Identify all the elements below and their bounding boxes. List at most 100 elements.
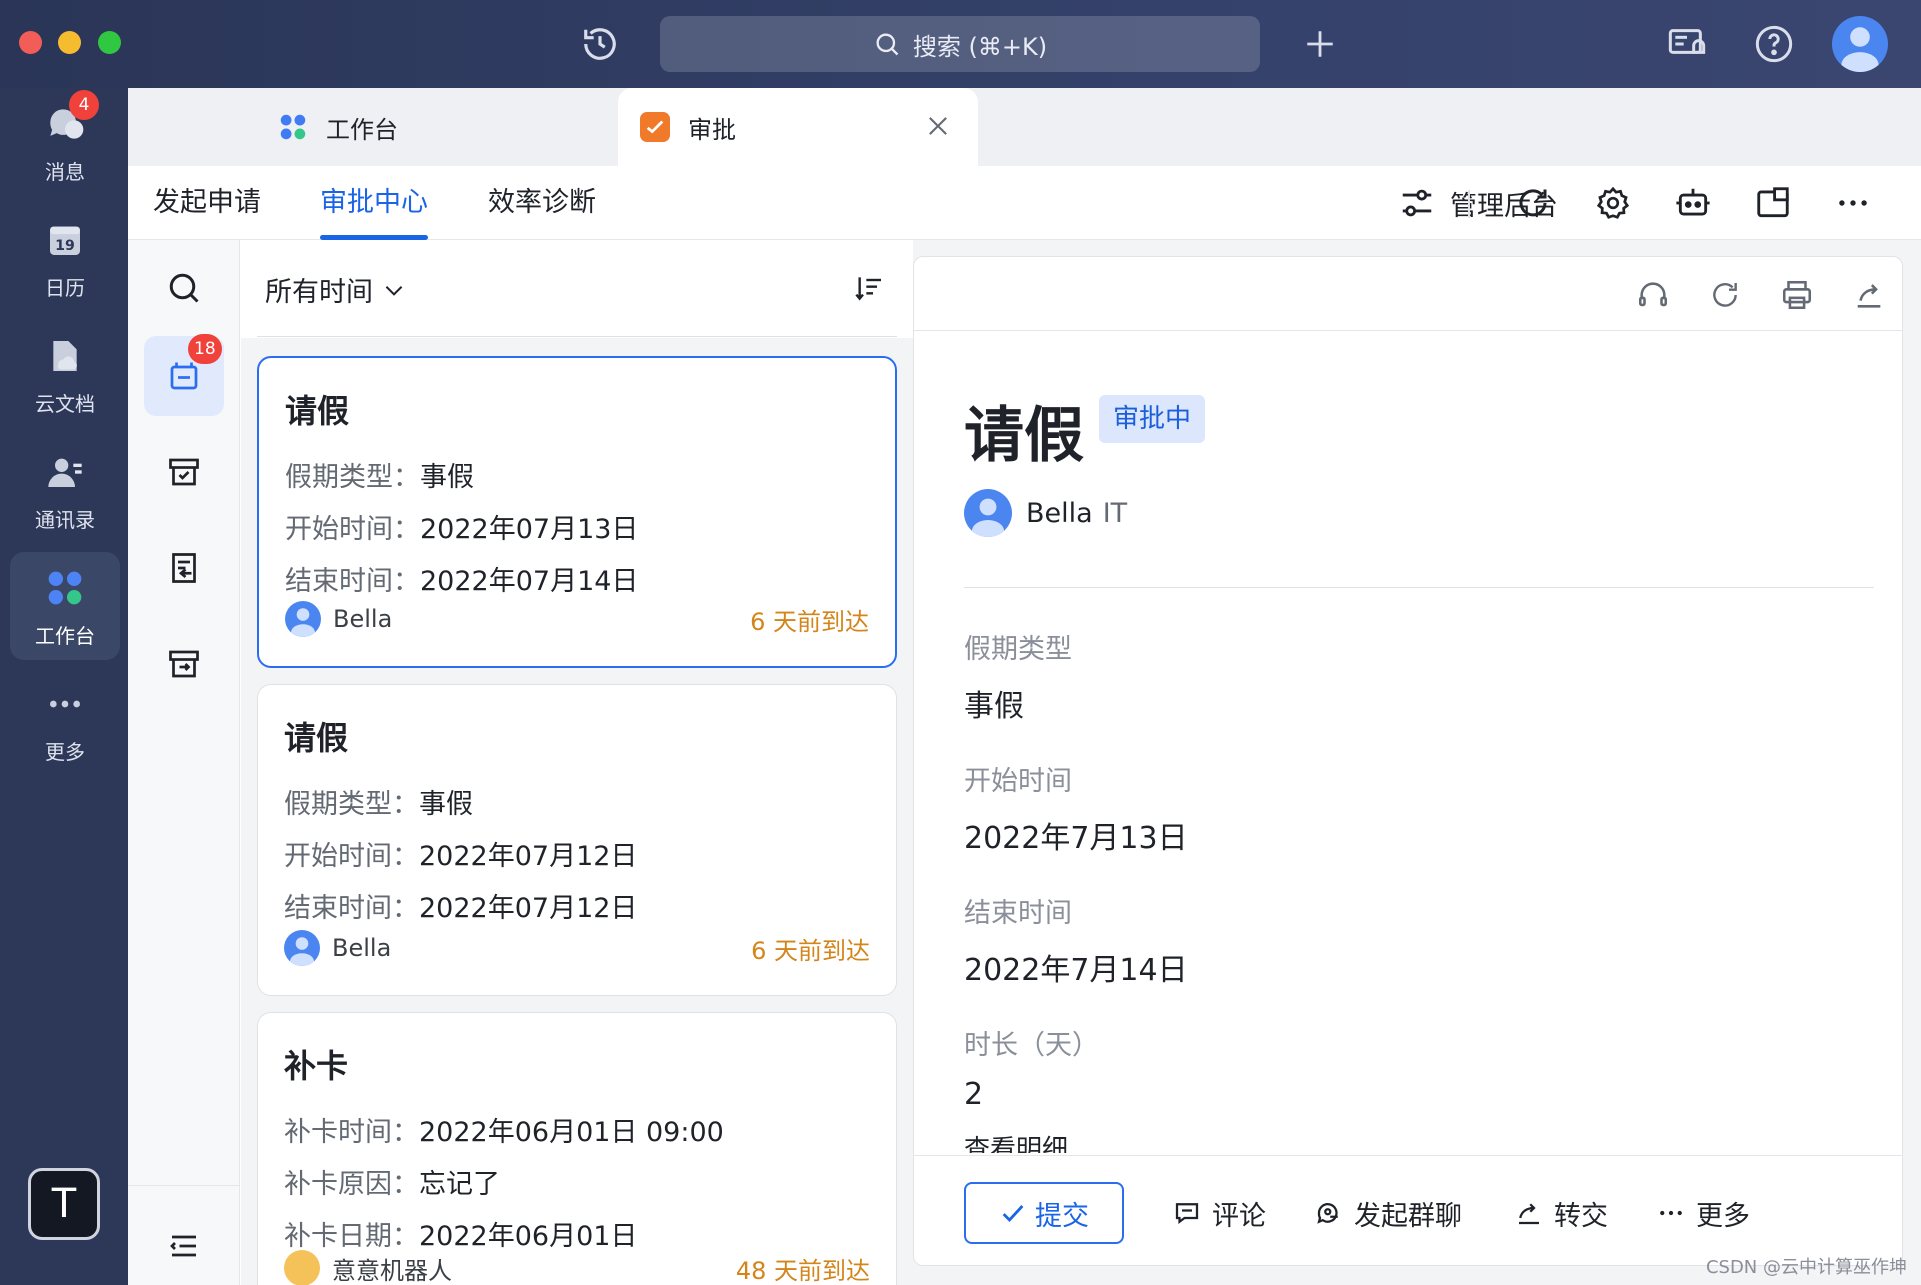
more-options-icon[interactable] bbox=[1830, 180, 1876, 226]
subtab-new-request[interactable]: 发起申请 bbox=[153, 166, 261, 240]
group-chat-button[interactable]: 发起群聊 bbox=[1314, 1182, 1462, 1244]
approval-subnav: 发起申请 审批中心 效率诊断 管理后台 bbox=[128, 166, 1921, 240]
approval-app-icon bbox=[640, 112, 670, 142]
applicant[interactable]: Bella IT bbox=[964, 489, 1127, 537]
check-icon bbox=[1002, 1205, 1024, 1223]
filter-divider bbox=[257, 336, 897, 337]
approval-card[interactable]: 请假 假期类型：事假 开始时间：2022年07月12日 结束时间：2022年07… bbox=[257, 684, 897, 996]
tab-workbench[interactable]: 工作台 bbox=[278, 88, 608, 166]
applicant-dept: IT bbox=[1102, 497, 1128, 529]
plus-icon[interactable] bbox=[1298, 22, 1342, 66]
group-chat-icon bbox=[1317, 1203, 1338, 1224]
sliders-icon bbox=[1402, 189, 1432, 217]
time-filter-label: 所有时间 bbox=[265, 277, 373, 308]
submit-label: 提交 bbox=[1035, 1200, 1089, 1232]
refresh-icon[interactable] bbox=[1510, 180, 1556, 226]
inbox-icon bbox=[170, 362, 198, 390]
processed-box-icon[interactable] bbox=[144, 432, 224, 512]
card-field: 补卡时间：2022年06月01日 09:00 bbox=[284, 1117, 724, 1148]
detail-toolbar bbox=[914, 257, 1902, 331]
open-window-icon[interactable] bbox=[1750, 180, 1796, 226]
help-icon[interactable] bbox=[1752, 22, 1796, 66]
window-titlebar: 搜索 (⌘+K) bbox=[0, 0, 1921, 88]
comment-icon bbox=[1175, 1203, 1199, 1224]
rail-label: 云文档 bbox=[35, 391, 95, 416]
subtab-efficiency[interactable]: 效率诊断 bbox=[488, 166, 596, 240]
approval-sidebar: 18 bbox=[128, 240, 240, 1285]
arrival-time: 6 天前到达 bbox=[751, 936, 870, 965]
rail-item-more[interactable]: 更多 bbox=[10, 668, 120, 776]
avatar bbox=[964, 489, 1012, 537]
search-icon[interactable] bbox=[144, 248, 224, 328]
print-icon[interactable] bbox=[1777, 275, 1817, 315]
card-title: 补卡 bbox=[284, 1047, 349, 1085]
collapse-menu-icon[interactable] bbox=[144, 1206, 224, 1285]
share-icon[interactable] bbox=[1849, 275, 1889, 315]
close-window-button[interactable] bbox=[19, 31, 42, 54]
unread-badge: 4 bbox=[69, 89, 99, 120]
detail-title: 请假 bbox=[964, 401, 1084, 471]
headset-icon[interactable] bbox=[1633, 275, 1673, 315]
user-avatar[interactable] bbox=[1832, 16, 1888, 72]
approval-list: 所有时间 请假 假期类型：事假 开始时间：2022年07月13日 结束时间：20… bbox=[241, 240, 913, 1285]
screen-notification-icon[interactable] bbox=[1665, 22, 1709, 66]
gear-icon[interactable] bbox=[1590, 180, 1636, 226]
transfer-icon bbox=[1519, 1203, 1539, 1225]
rail-item-calendar[interactable]: 19 日历 bbox=[10, 204, 120, 312]
refresh-icon[interactable] bbox=[1705, 275, 1745, 315]
close-tab-icon[interactable] bbox=[924, 112, 952, 146]
more-dots-icon bbox=[41, 680, 89, 728]
field-label: 结束时间 bbox=[964, 898, 1072, 929]
toolbar-divider bbox=[1468, 190, 1470, 218]
rail-label: 通讯录 bbox=[35, 507, 95, 532]
search-icon bbox=[876, 33, 899, 56]
rail-label: 消息 bbox=[45, 159, 85, 184]
more-actions-button[interactable]: 更多 bbox=[1656, 1182, 1750, 1244]
search-placeholder: 搜索 (⌘+K) bbox=[912, 32, 1048, 61]
minimize-window-button[interactable] bbox=[58, 31, 81, 54]
team-switcher-button[interactable]: T bbox=[28, 1168, 100, 1240]
subtab-approval-center[interactable]: 审批中心 bbox=[320, 166, 428, 240]
app-tabs-bar: 工作台 审批 bbox=[128, 88, 1921, 166]
card-user: 意意机器人 bbox=[332, 1256, 452, 1285]
card-footer: Bella 6 天前到达 bbox=[285, 600, 869, 638]
card-title: 请假 bbox=[284, 719, 349, 757]
avatar bbox=[285, 601, 321, 637]
maximize-window-button[interactable] bbox=[98, 31, 121, 54]
card-field: 开始时间：2022年07月12日 bbox=[284, 841, 638, 872]
chevron-down-icon bbox=[385, 285, 403, 296]
card-user: Bella bbox=[333, 605, 393, 633]
view-details-link[interactable]: 查看明细 bbox=[964, 1133, 1068, 1153]
rail-label: 工作台 bbox=[35, 623, 95, 648]
workbench-grid-icon bbox=[41, 564, 89, 612]
tab-label: 审批 bbox=[688, 115, 736, 144]
comment-button[interactable]: 评论 bbox=[1172, 1182, 1266, 1244]
field-label: 假期类型 bbox=[964, 634, 1072, 665]
field-value: 事假 bbox=[964, 689, 1024, 724]
submit-button[interactable]: 提交 bbox=[964, 1182, 1124, 1244]
robot-icon[interactable] bbox=[1670, 180, 1716, 226]
time-filter-dropdown[interactable]: 所有时间 bbox=[265, 270, 407, 309]
card-field: 开始时间：2022年07月13日 bbox=[285, 514, 639, 545]
rail-item-docs[interactable]: 云文档 bbox=[10, 320, 120, 428]
rail-label: 日历 bbox=[45, 275, 85, 300]
transfer-button[interactable]: 转交 bbox=[1514, 1182, 1608, 1244]
approval-card[interactable]: 补卡 补卡时间：2022年06月01日 09:00 补卡原因：忘记了 补卡日期：… bbox=[257, 1012, 897, 1285]
sidebar-divider bbox=[128, 1185, 240, 1186]
cc-box-icon[interactable] bbox=[144, 624, 224, 704]
arrival-time: 48 天前到达 bbox=[735, 1256, 870, 1285]
sort-icon[interactable] bbox=[853, 272, 885, 308]
approval-card[interactable]: 请假 假期类型：事假 开始时间：2022年07月13日 结束时间：2022年07… bbox=[257, 356, 897, 668]
calendar-icon: 19 bbox=[41, 216, 89, 264]
rail-item-contacts[interactable]: 通讯录 bbox=[10, 436, 120, 544]
field-value: 2022年7月14日 bbox=[964, 953, 1188, 988]
pending-inbox-button[interactable]: 18 bbox=[144, 334, 224, 416]
history-icon[interactable] bbox=[578, 22, 622, 66]
rail-item-workbench[interactable]: 工作台 bbox=[10, 552, 120, 660]
tab-approval[interactable]: 审批 bbox=[618, 88, 978, 166]
rail-item-messages[interactable]: 4 消息 bbox=[10, 88, 120, 196]
field-value: 2 bbox=[964, 1077, 984, 1112]
global-search-input[interactable]: 搜索 (⌘+K) bbox=[660, 16, 1260, 72]
tab-label: 工作台 bbox=[326, 115, 398, 144]
submitted-doc-icon[interactable] bbox=[144, 528, 224, 608]
